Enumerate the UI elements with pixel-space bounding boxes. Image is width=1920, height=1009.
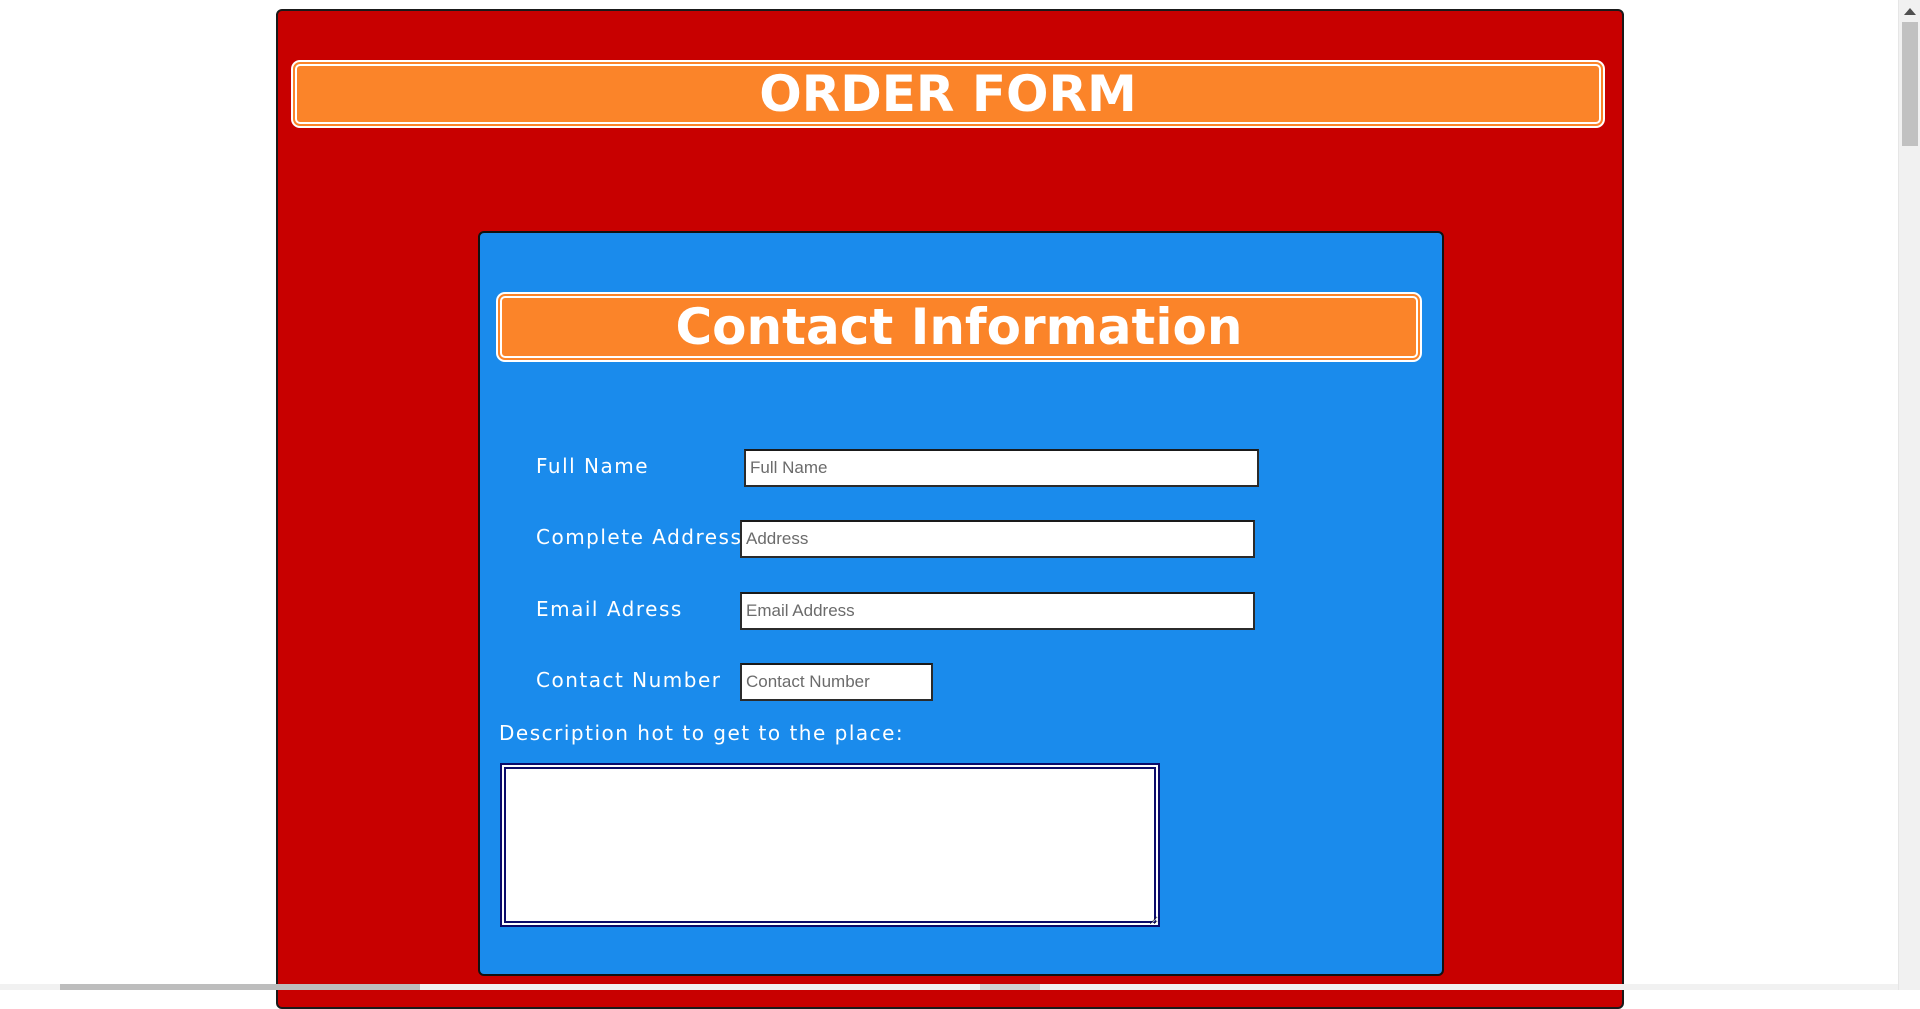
- description-textarea[interactable]: [500, 763, 1160, 927]
- email-address-input[interactable]: [740, 592, 1255, 630]
- address-input[interactable]: [740, 520, 1255, 558]
- horizontal-scrollbar[interactable]: [0, 984, 1898, 990]
- vertical-scrollbar[interactable]: [1898, 0, 1920, 990]
- order-form-container: ORDER FORM Contact Information Full Name…: [276, 9, 1624, 1009]
- email-address-label: Email Adress: [536, 597, 683, 621]
- order-form-title: ORDER FORM: [293, 62, 1603, 126]
- description-label: Description hot to get to the place:: [499, 721, 905, 745]
- complete-address-label: Complete Address: [536, 525, 743, 549]
- contact-number-input[interactable]: [740, 663, 933, 701]
- horizontal-scrollbar-segment: [980, 984, 1040, 990]
- contact-information-title: Contact Information: [498, 294, 1420, 360]
- contact-information-section: Contact Information Full Name Complete A…: [478, 231, 1444, 976]
- horizontal-scrollbar-thumb[interactable]: [60, 984, 420, 990]
- vertical-scrollbar-thumb[interactable]: [1902, 22, 1918, 146]
- scroll-up-arrow-icon[interactable]: [1904, 8, 1916, 15]
- contact-number-label: Contact Number: [536, 668, 722, 692]
- full-name-label: Full Name: [536, 454, 650, 478]
- full-name-input[interactable]: [744, 449, 1259, 487]
